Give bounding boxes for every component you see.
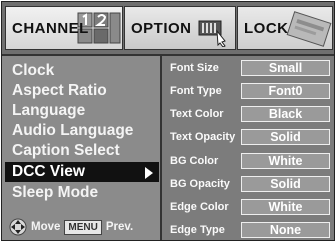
menu-item-language[interactable]: Language — [12, 101, 156, 121]
setting-label: Edge Color — [170, 201, 229, 213]
setting-value-bg-color[interactable]: White — [241, 153, 330, 169]
setting-row: BG Opacity Solid — [162, 175, 334, 195]
menu-item-sleep-mode[interactable]: Sleep Mode — [12, 183, 156, 203]
tab-channel-label: CHANNEL — [12, 19, 89, 37]
tab-bar: CHANNEL OPTION LOCK — [2, 2, 334, 56]
menu-item-caption-select[interactable]: Caption Select — [12, 141, 156, 161]
menu-item-aspect-ratio[interactable]: Aspect Ratio — [12, 81, 156, 101]
setting-value-bg-opacity[interactable]: Solid — [241, 176, 330, 192]
tab-lock-label: LOCK — [244, 19, 289, 37]
setting-label: Text Opacity — [170, 131, 236, 143]
main-menu: Clock Aspect Ratio Language Audio Langua… — [2, 56, 159, 240]
setting-row: Edge Color White — [162, 198, 334, 218]
menu-item-label: DCC View — [12, 163, 85, 180]
setting-value-edge-type[interactable]: None — [241, 222, 330, 238]
key-legend: Move MENU Prev. — [8, 217, 133, 237]
menu-item-clock[interactable]: Clock — [12, 61, 156, 81]
tab-channel[interactable]: CHANNEL — [5, 6, 123, 50]
setting-label: Edge Type — [170, 224, 225, 236]
tv-osd-screen: CHANNEL OPTION LOCK Clock Aspect Ratio L… — [1, 1, 335, 241]
setting-label: Font Type — [170, 85, 222, 97]
menu-item-label: Aspect Ratio — [12, 82, 107, 99]
tab-option[interactable]: OPTION — [124, 6, 236, 50]
menu-item-label: Sleep Mode — [12, 184, 99, 201]
dpad-icon — [9, 218, 27, 236]
setting-value-edge-color[interactable]: White — [241, 199, 330, 215]
menu-item-dcc-view[interactable]: DCC View — [5, 162, 159, 182]
menu-item-audio-language[interactable]: Audio Language — [12, 121, 156, 141]
setting-row: Text Opacity Solid — [162, 128, 334, 148]
setting-label: BG Opacity — [170, 178, 230, 190]
menu-item-label: Clock — [12, 62, 55, 79]
setting-value-font-size[interactable]: Small — [241, 60, 330, 76]
submenu-arrow-icon — [145, 167, 153, 179]
menu-key: MENU — [64, 219, 102, 235]
prev-label: Prev. — [105, 221, 134, 233]
setting-row: Text Color Black — [162, 105, 334, 125]
menu-item-label: Audio Language — [12, 122, 134, 139]
setting-label: BG Color — [170, 155, 219, 167]
dcc-settings-panel: Font Size Small Font Type Font0 Text Col… — [160, 56, 334, 240]
setting-row: BG Color White — [162, 152, 334, 172]
setting-value-font-type[interactable]: Font0 — [241, 83, 330, 99]
setting-row: Edge Type None — [162, 221, 334, 240]
tab-option-label: OPTION — [131, 19, 192, 37]
menu-item-label: Caption Select — [12, 142, 120, 159]
setting-label: Font Size — [170, 62, 219, 74]
setting-row: Font Size Small — [162, 59, 334, 79]
tab-lock[interactable]: LOCK — [237, 6, 333, 50]
setting-value-text-color[interactable]: Black — [241, 106, 330, 122]
move-label: Move — [31, 221, 61, 233]
setting-label: Text Color — [170, 108, 224, 120]
lock-card-icon — [286, 11, 332, 47]
option-hand-icon — [198, 20, 226, 47]
setting-value-text-opacity[interactable]: Solid — [241, 129, 330, 145]
menu-item-label: Language — [12, 102, 86, 119]
setting-row: Font Type Font0 — [162, 82, 334, 102]
